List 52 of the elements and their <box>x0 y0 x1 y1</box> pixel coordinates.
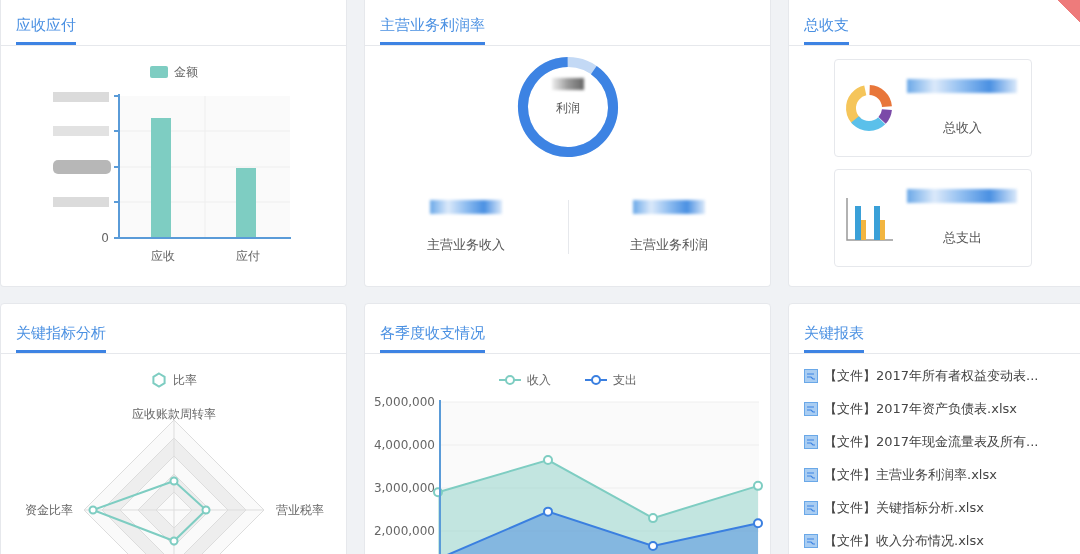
hexagon-legend-icon <box>150 372 167 388</box>
point <box>753 518 763 529</box>
spreadsheet-file-icon <box>804 500 818 515</box>
card-title: 应收应付 <box>16 16 76 45</box>
axis-category-label: 应付 <box>236 249 260 263</box>
radar-axis-label: 营业税率 <box>276 503 324 517</box>
report-file-link[interactable]: 【文件】2017年现金流量表及所有... <box>824 432 1039 451</box>
point <box>543 506 553 517</box>
donut-chart-icon <box>845 84 893 132</box>
spreadsheet-file-icon <box>804 434 818 449</box>
axis-tick-label: 3,000,000 <box>373 481 435 495</box>
point <box>753 480 763 491</box>
card-title: 关键报表 <box>804 324 864 353</box>
axis-tick-label: 2,000,000 <box>373 524 435 538</box>
axis-category-label: 应收 <box>151 249 175 263</box>
radar-data-point <box>169 536 179 546</box>
bar <box>236 168 256 238</box>
legend-label: 收入 <box>526 371 551 389</box>
summary-label: 总支出 <box>942 229 982 247</box>
legend-label: 比率 <box>172 371 197 389</box>
donut-label: 利润 <box>555 100 580 117</box>
blurred-value <box>551 78 584 90</box>
radar-axis-label: 应收账款周转率 <box>132 407 216 421</box>
axis-tick-label: 4,000,000 <box>373 438 435 452</box>
spreadsheet-file-icon <box>804 368 818 383</box>
point <box>543 455 553 466</box>
legend-label: 金额 <box>173 63 198 81</box>
report-file-link[interactable]: 【文件】2017年所有者权益变动表... <box>824 366 1039 385</box>
radar-data-point <box>169 476 179 486</box>
card-title: 总收支 <box>804 16 849 45</box>
spreadsheet-file-icon <box>804 467 818 482</box>
report-file-link[interactable]: 【文件】关键指标分析.xlsx <box>824 498 984 517</box>
point <box>648 541 658 552</box>
report-file-link[interactable]: 【文件】主营业务利润率.xlsx <box>824 465 997 484</box>
axis-tick-label: 5,000,000 <box>373 395 435 409</box>
card-title: 关键指标分析 <box>16 324 106 353</box>
spreadsheet-file-icon <box>804 401 818 416</box>
card-title: 主营业务利润率 <box>380 16 485 45</box>
radar-data-point <box>88 505 98 515</box>
point <box>648 513 658 524</box>
stat-label: 主营业务利润 <box>630 236 709 254</box>
spreadsheet-file-icon <box>804 533 818 548</box>
card-title: 各季度收支情况 <box>380 324 485 353</box>
radar-axis-label: 资金比率 <box>25 503 73 517</box>
report-file-link[interactable]: 【文件】2017年资产负债表.xlsx <box>824 399 1017 418</box>
report-file-link[interactable]: 【文件】收入分布情况.xlsx <box>824 531 984 550</box>
radar-data-point <box>201 505 211 515</box>
axis-tick-label: 0 <box>101 231 109 245</box>
legend-label: 支出 <box>612 371 637 389</box>
legend-swatch <box>149 66 168 78</box>
stat-label: 主营业务收入 <box>427 236 506 254</box>
summary-label: 总收入 <box>942 119 982 137</box>
